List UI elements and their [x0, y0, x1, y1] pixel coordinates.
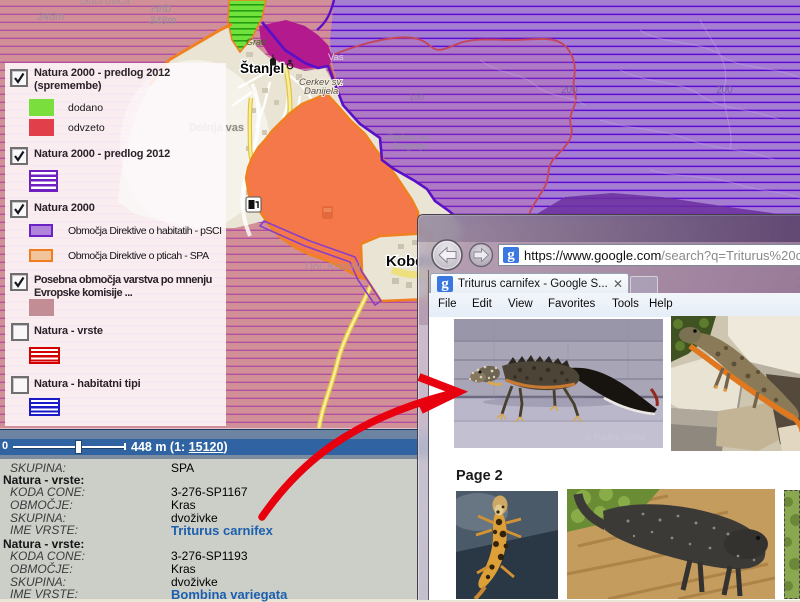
svg-text:Hrib: Hrib [151, 3, 171, 15]
svg-text:Grad: Grad [246, 37, 267, 47]
svg-text:Page 2: Page 2 [456, 468, 503, 484]
svg-text:Dol. Kobdilj: Dol. Kobdilj [305, 261, 361, 273]
svg-text:Gabrovica: Gabrovica [80, 0, 130, 7]
svg-text:200: 200 [561, 85, 578, 96]
svg-text:Gregorja: Gregorja [391, 141, 428, 152]
svg-text:Vas: Vas [328, 52, 344, 63]
svg-text:© Radek Sejko: © Radek Sejko [585, 432, 645, 442]
svg-text:200: 200 [716, 85, 733, 96]
svg-text:100: 100 [409, 92, 424, 102]
svg-text:Štanjel: Štanjel [240, 61, 284, 76]
svg-text:Danijela: Danijela [304, 86, 338, 97]
svg-text:348m: 348m [149, 15, 177, 27]
svg-text:346m: 346m [37, 11, 65, 23]
